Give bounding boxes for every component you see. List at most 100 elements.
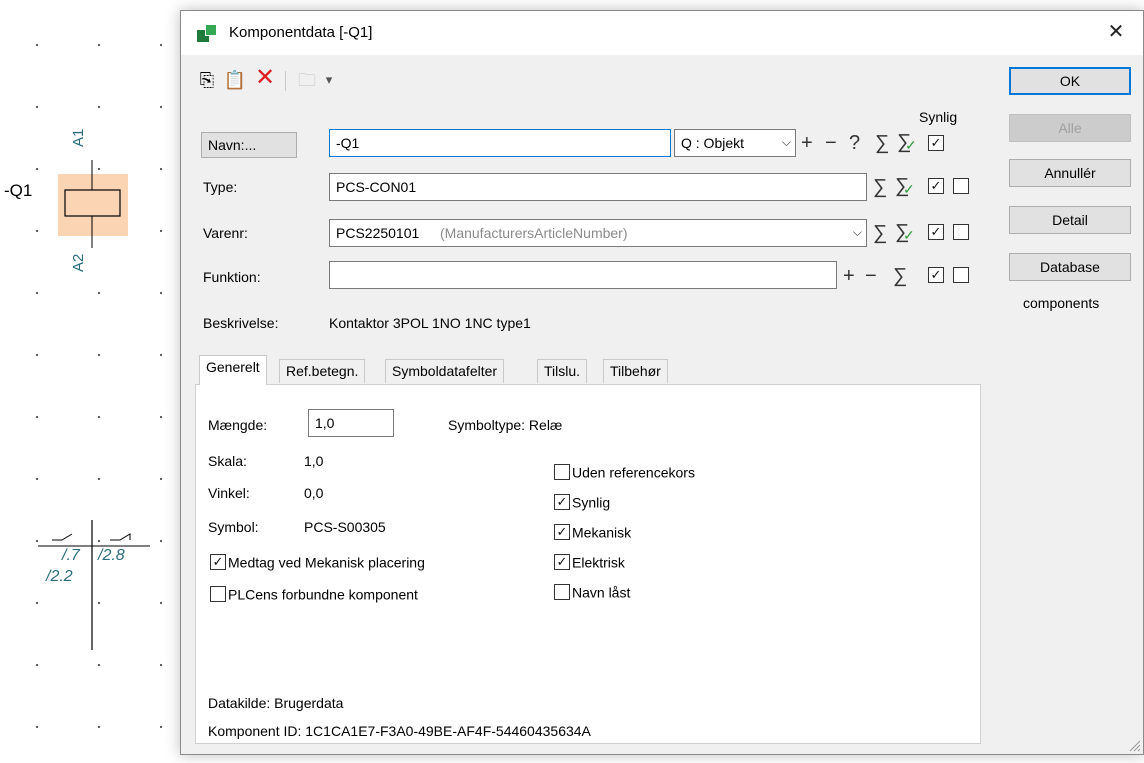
funktion-visible-checkbox[interactable]: ✓	[928, 267, 944, 283]
question-icon[interactable]: ?	[849, 133, 860, 153]
sigma-check-icon[interactable]: ∑ ✓	[895, 221, 915, 244]
alle-button[interactable]: Alle	[1009, 114, 1131, 142]
type-second-checkbox[interactable]	[953, 178, 969, 194]
coil-symbol	[64, 160, 121, 248]
varenr-value: PCS2250101	[336, 225, 420, 241]
database-button[interactable]: Database	[1009, 253, 1131, 281]
sigma-icon[interactable]: ∑	[873, 177, 887, 197]
copy-icon[interactable]: ⎘	[195, 67, 219, 93]
component-ref-label: -Q1	[4, 181, 33, 200]
funktion-label: Funktion:	[203, 269, 261, 285]
close-button[interactable]: ✕	[1101, 19, 1131, 47]
varenr-combobox[interactable]: PCS2250101 (ManufacturersArticleNumber) …	[329, 219, 867, 247]
title-bar[interactable]: Komponentdata [-Q1] ✕	[181, 11, 1143, 55]
minus-icon[interactable]: −	[865, 266, 877, 286]
contact-ref-1: /.7	[62, 547, 80, 564]
app-icon	[197, 24, 219, 42]
medtag-checkbox-row[interactable]: ✓ Medtag ved Mekanisk placering	[210, 553, 425, 571]
toolbar-separator	[285, 71, 286, 91]
sigma-icon[interactable]: ∑	[875, 133, 889, 153]
varenr-label: Varenr:	[203, 225, 248, 241]
uden-checkbox[interactable]	[554, 464, 570, 481]
maengde-label: Mængde:	[208, 417, 268, 433]
navn-laast-checkbox[interactable]	[554, 584, 570, 601]
synlig-column-header: Synlig	[919, 109, 958, 125]
chevron-down-icon[interactable]: ▾	[317, 67, 341, 93]
plcens-label: PLCens forbundne komponent	[228, 586, 418, 603]
pin-a1-label: A1	[70, 128, 87, 147]
contact-ref-2: /2.8	[98, 547, 125, 564]
medtag-checkbox[interactable]: ✓	[210, 554, 226, 571]
sigma-icon[interactable]: ∑	[873, 223, 887, 243]
chevron-down-icon: ⌵	[781, 135, 791, 149]
name-visible-checkbox[interactable]: ✓	[928, 135, 944, 151]
plus-icon[interactable]: +	[801, 133, 813, 153]
synlig-label: Synlig	[572, 494, 611, 511]
resize-grip-icon[interactable]	[1127, 738, 1141, 752]
maengde-input[interactable]: 1,0	[308, 409, 394, 437]
elektrisk-checkbox-row[interactable]: ✓ Elektrisk	[554, 553, 625, 571]
symbol-value: PCS-S00305	[304, 519, 386, 535]
tab-symboldatafelter[interactable]: Symboldatafelter	[385, 359, 505, 383]
detail-button[interactable]: Detail	[1009, 206, 1131, 234]
synlig-checkbox[interactable]: ✓	[554, 494, 570, 511]
tab-panel-generelt: Mængde: 1,0 Symboltype: Relæ Skala: 1,0 …	[195, 384, 981, 744]
object-select[interactable]: Q : Objekt ⌵	[674, 129, 796, 157]
funktion-second-checkbox[interactable]	[953, 267, 969, 283]
synlig-checkbox-row[interactable]: ✓ Synlig	[554, 493, 611, 511]
uden-checkbox-row[interactable]: Uden referencekors	[554, 463, 695, 481]
komponent-id-label: Komponent ID: 1C1CA1E7-F3A0-49BE-AF4F-54…	[208, 723, 591, 739]
tab-generelt[interactable]: Generelt	[199, 355, 267, 385]
vinkel-value: 0,0	[304, 485, 324, 501]
name-button[interactable]: Navn:...	[201, 132, 297, 158]
tab-tilbehor[interactable]: Tilbehør	[603, 359, 668, 383]
navn-laast-label: Navn låst	[572, 584, 631, 601]
tab-tilslu[interactable]: Tilslu.	[537, 359, 588, 383]
navn-laast-checkbox-row[interactable]: Navn låst	[554, 583, 631, 601]
plus-icon[interactable]: +	[843, 266, 855, 286]
name-input[interactable]: -Q1	[329, 129, 671, 157]
vinkel-label: Vinkel:	[208, 485, 250, 501]
elektrisk-label: Elektrisk	[572, 554, 625, 571]
beskrivelse-label: Beskrivelse:	[203, 315, 279, 331]
varenr-hint: (ManufacturersArticleNumber)	[440, 225, 628, 241]
symbol-label: Symbol:	[208, 519, 259, 535]
folder-icon[interactable]: 🗀	[295, 67, 319, 93]
chevron-down-icon: ⌵	[852, 225, 862, 239]
datakilde-label: Datakilde: Brugerdata	[208, 695, 344, 711]
funktion-input[interactable]	[329, 261, 837, 289]
mekanisk-checkbox-row[interactable]: ✓ Mekanisk	[554, 523, 632, 541]
symboltype-label: Symboltype: Relæ	[448, 417, 563, 433]
varenr-visible-checkbox[interactable]: ✓	[928, 224, 944, 240]
sigma-check-icon[interactable]: ∑ ✓	[895, 175, 915, 198]
delete-icon[interactable]: ✕	[253, 65, 277, 91]
plcens-checkbox[interactable]	[210, 586, 226, 603]
annuller-button[interactable]: Annullér	[1009, 159, 1131, 187]
skala-value: 1,0	[304, 453, 324, 469]
contact-ref-3: /2.2	[46, 568, 73, 585]
paste-icon[interactable]: 📋	[223, 67, 247, 93]
beskrivelse-value: Kontaktor 3POL 1NO 1NC type1	[329, 315, 531, 331]
mekanisk-checkbox[interactable]: ✓	[554, 524, 570, 541]
contact-cross-reference	[38, 520, 150, 650]
skala-label: Skala:	[208, 453, 247, 469]
minus-icon[interactable]: −	[825, 133, 837, 153]
plcens-checkbox-row[interactable]: PLCens forbundne komponent	[210, 585, 418, 603]
varenr-second-checkbox[interactable]	[953, 224, 969, 240]
uden-label: Uden referencekors	[572, 464, 695, 481]
tab-ref-betegn[interactable]: Ref.betegn.	[279, 359, 366, 383]
sigma-check-icon[interactable]: ∑ ✓	[897, 131, 917, 154]
elektrisk-checkbox[interactable]: ✓	[554, 554, 570, 571]
type-input[interactable]: PCS-CON01	[329, 173, 867, 201]
type-visible-checkbox[interactable]: ✓	[928, 178, 944, 194]
components-label: components	[1023, 295, 1100, 311]
type-label: Type:	[203, 179, 238, 195]
sigma-icon[interactable]: ∑	[893, 266, 907, 286]
medtag-label: Medtag ved Mekanisk placering	[228, 554, 425, 571]
component-data-dialog: Komponentdata [-Q1] ✕ ⎘ 📋 ✕ 🗀 ▾ Synlig N…	[180, 10, 1144, 755]
mekanisk-label: Mekanisk	[572, 524, 632, 541]
pin-a2-label: A2	[70, 253, 87, 272]
ok-button[interactable]: OK	[1009, 67, 1131, 95]
object-select-value: Q : Objekt	[681, 135, 745, 151]
dialog-title: Komponentdata [-Q1]	[229, 24, 373, 41]
